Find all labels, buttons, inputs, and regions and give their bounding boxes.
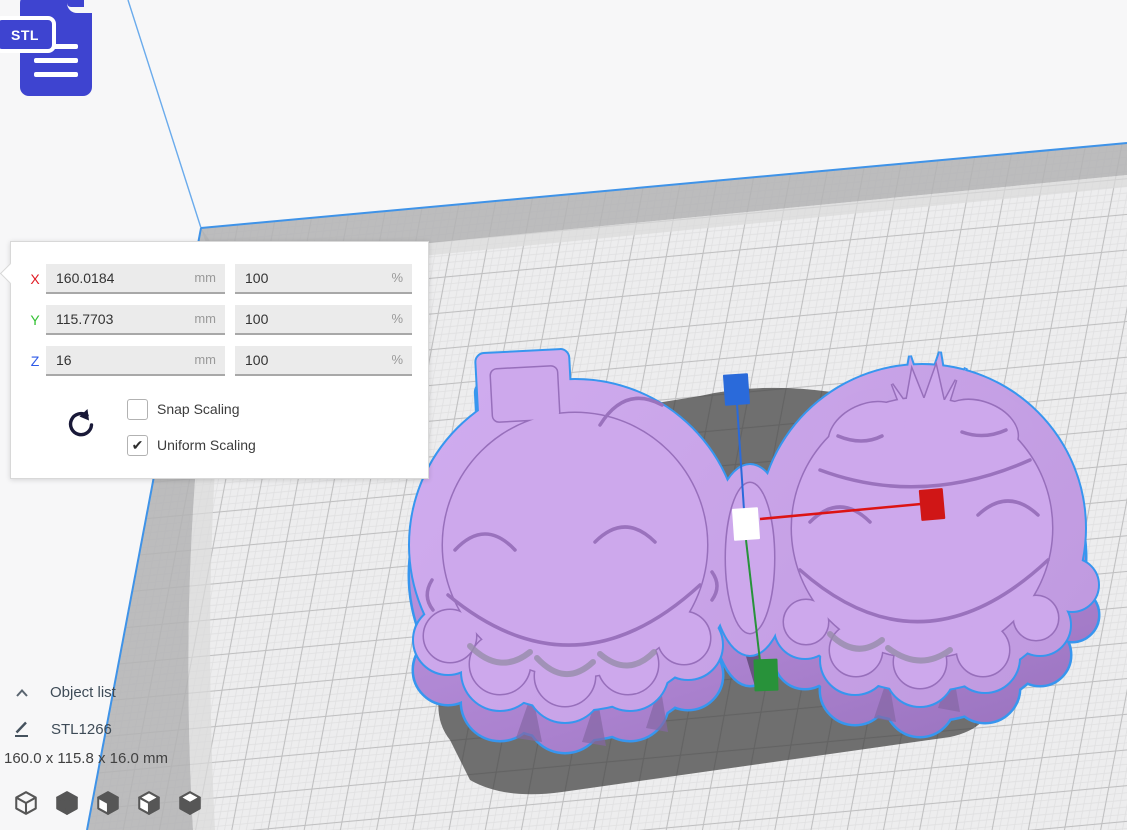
scale-z-mm-field[interactable]: mm xyxy=(46,346,225,376)
object-list-header: Object list xyxy=(50,684,116,701)
scale-y-percent-field[interactable]: % xyxy=(235,305,412,335)
axis-y-label: Y xyxy=(28,312,42,328)
scale-tool-panel: X mm % Y mm % Z mm % xyxy=(10,241,429,479)
object-item-name: STL1266 xyxy=(51,721,112,738)
scale-handle-z[interactable] xyxy=(723,373,750,406)
object-list-item[interactable]: STL1266 xyxy=(13,720,112,738)
view-front-icon[interactable] xyxy=(54,790,80,816)
scale-handle-y[interactable] xyxy=(753,659,778,692)
stl-file-icon[interactable]: STL xyxy=(8,0,94,100)
snap-scaling-checkbox[interactable] xyxy=(127,399,148,420)
axis-x-label: X xyxy=(28,271,42,287)
uniform-scaling-label: Uniform Scaling xyxy=(157,437,256,453)
stl-fold-corner xyxy=(67,0,93,13)
view-3d-icon[interactable] xyxy=(13,790,39,816)
view-left-icon[interactable] xyxy=(136,790,162,816)
camera-view-toolbar xyxy=(13,790,203,816)
view-right-icon[interactable] xyxy=(177,790,203,816)
axis-z-label: Z xyxy=(28,353,42,369)
scale-handle-center[interactable] xyxy=(732,507,760,541)
scale-x-percent-field[interactable]: % xyxy=(235,264,412,294)
stl-badge: STL xyxy=(0,16,56,53)
reset-scale-icon xyxy=(63,408,97,442)
uniform-scaling-checkbox[interactable]: ✔ xyxy=(127,435,148,456)
edit-pencil-icon xyxy=(13,720,31,738)
chevron-up-icon xyxy=(14,687,30,699)
reset-scale-button[interactable] xyxy=(63,408,97,442)
object-list-toggle[interactable]: Object list xyxy=(14,684,116,701)
scale-y-mm-field[interactable]: mm xyxy=(46,305,225,335)
scale-x-mm-field[interactable]: mm xyxy=(46,264,225,294)
view-top-icon[interactable] xyxy=(95,790,121,816)
snap-scaling-label: Snap Scaling xyxy=(157,401,240,417)
object-dimensions: 160.0 x 115.8 x 16.0 mm xyxy=(4,750,168,767)
scale-handle-x[interactable] xyxy=(919,488,946,521)
scale-z-percent-field[interactable]: % xyxy=(235,346,412,376)
